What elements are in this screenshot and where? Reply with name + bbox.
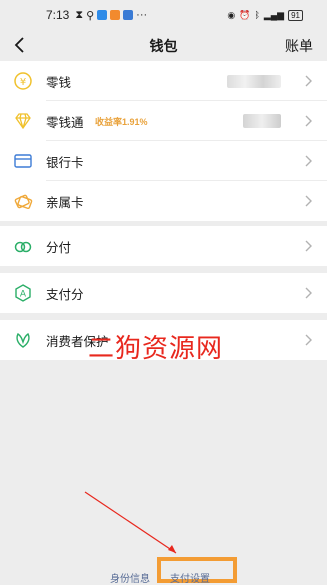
- pay-settings-link[interactable]: 支付设置: [170, 570, 210, 585]
- annotation-arrow: [84, 491, 177, 554]
- identity-info-link[interactable]: 身份信息: [110, 570, 150, 585]
